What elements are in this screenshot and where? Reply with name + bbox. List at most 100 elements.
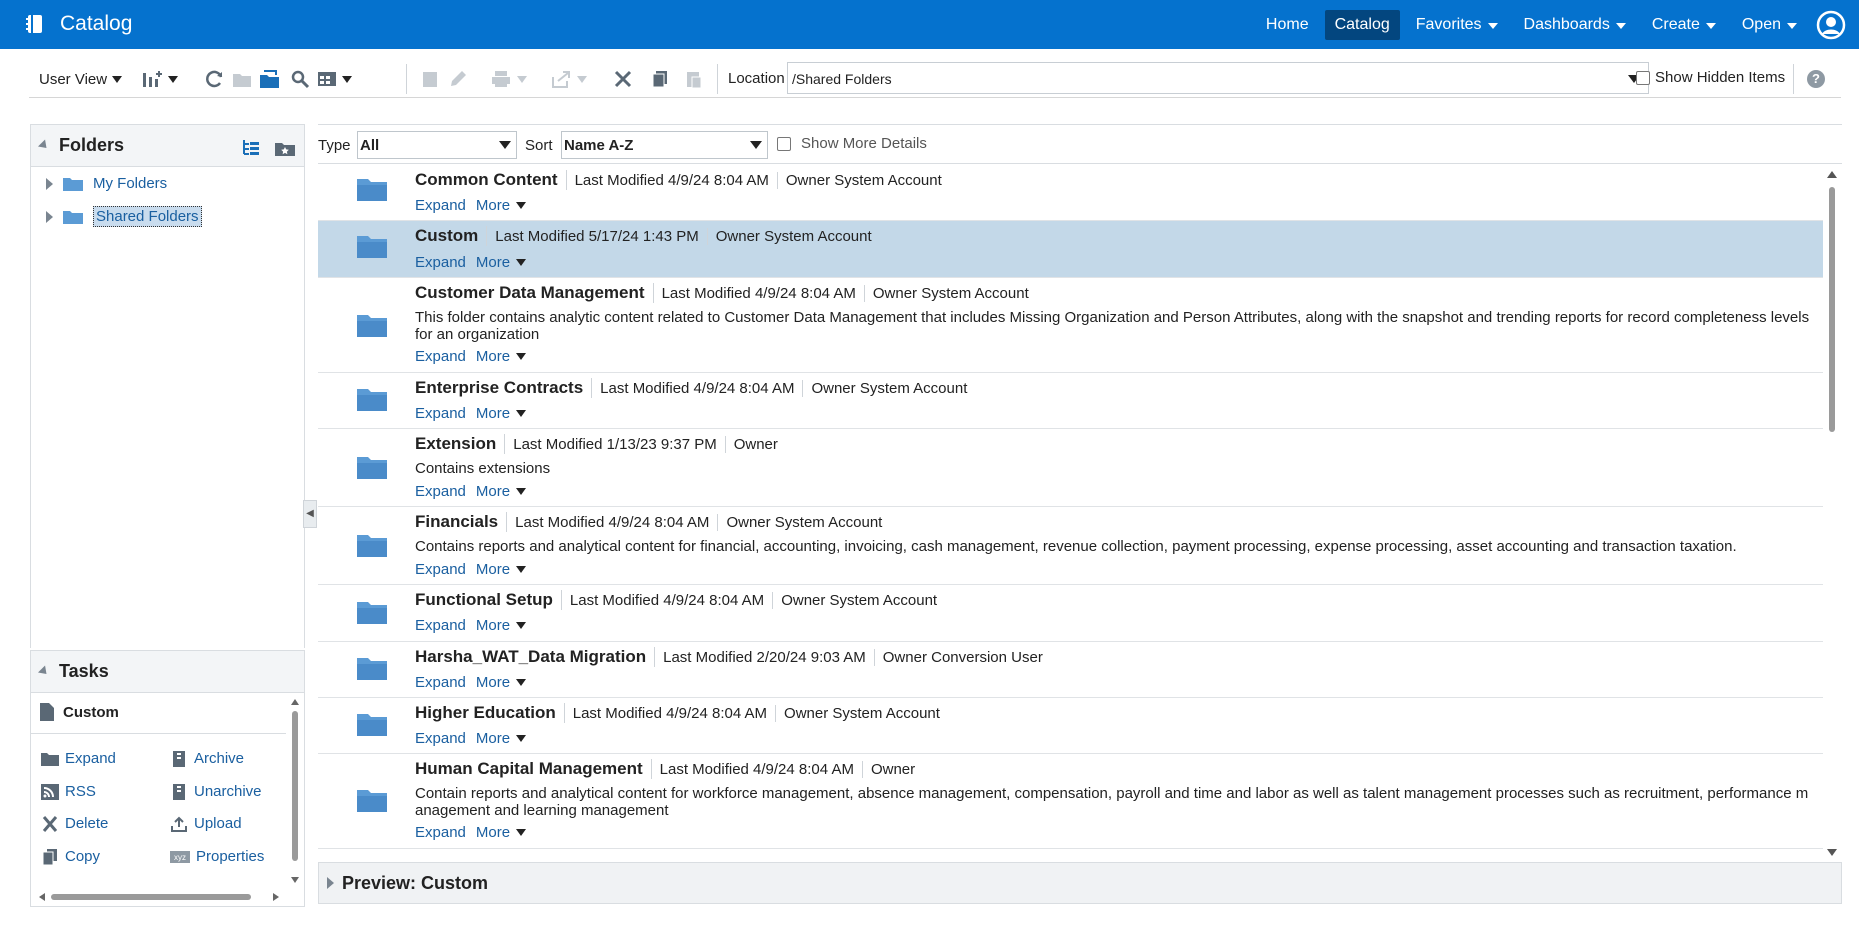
item-name[interactable]: Enterprise Contracts bbox=[415, 378, 593, 398]
task-delete[interactable]: Delete bbox=[41, 815, 108, 832]
catalog-row-customer-data-management[interactable]: Customer Data Management Last Modified 4… bbox=[318, 278, 1823, 373]
expand-link[interactable]: Expand bbox=[415, 254, 466, 271]
svg-text:xyz: xyz bbox=[174, 853, 186, 862]
refresh-icon[interactable] bbox=[205, 66, 225, 92]
item-name[interactable]: Common Content bbox=[415, 170, 567, 190]
nav-catalog[interactable]: Catalog bbox=[1324, 9, 1400, 40]
catalog-row-enterprise-contracts[interactable]: Enterprise Contracts Last Modified 4/9/2… bbox=[318, 373, 1823, 429]
preview-panel-header[interactable]: Preview: Custom bbox=[318, 862, 1842, 904]
more-dropdown[interactable]: More bbox=[476, 348, 527, 365]
item-name[interactable]: Higher Education bbox=[415, 703, 565, 723]
nav-home[interactable]: Home bbox=[1256, 10, 1319, 40]
more-dropdown[interactable]: More bbox=[476, 824, 527, 841]
help-icon[interactable]: ? bbox=[1807, 70, 1825, 88]
catalog-row-higher-education[interactable]: Higher Education Last Modified 4/9/24 8:… bbox=[318, 698, 1823, 754]
collapse-triangle-icon[interactable] bbox=[37, 665, 51, 678]
list-vertical-scrollbar[interactable] bbox=[1823, 165, 1841, 862]
archive-disabled-icon[interactable] bbox=[420, 66, 440, 92]
expand-link[interactable]: Expand bbox=[415, 348, 466, 365]
task-upload[interactable]: Upload bbox=[170, 815, 242, 832]
expand-link[interactable]: Expand bbox=[415, 561, 466, 578]
catalog-row-human-capital-management[interactable]: Human Capital Management Last Modified 4… bbox=[318, 754, 1823, 849]
edit-pencil-icon[interactable] bbox=[448, 66, 468, 92]
task-archive[interactable]: Archive bbox=[170, 750, 244, 767]
user-avatar-icon[interactable] bbox=[1816, 10, 1846, 40]
tree-item-my-folders[interactable]: My Folders bbox=[46, 175, 167, 192]
paste-icon[interactable] bbox=[684, 66, 704, 92]
nav-dashboards[interactable]: Dashboards bbox=[1514, 10, 1636, 40]
show-more-details-checkbox[interactable]: Show More Details bbox=[777, 135, 927, 152]
expand-link[interactable]: Expand bbox=[415, 405, 466, 422]
nav-create[interactable]: Create bbox=[1642, 10, 1726, 40]
nav-open[interactable]: Open bbox=[1732, 10, 1807, 40]
row-actions: Expand More bbox=[415, 197, 527, 214]
expand-link[interactable]: Expand bbox=[415, 730, 466, 747]
expand-link[interactable]: Expand bbox=[415, 674, 466, 691]
folders-header[interactable]: Folders bbox=[31, 125, 304, 167]
favorite-folder-icon[interactable] bbox=[274, 138, 296, 158]
task-copy[interactable]: Copy bbox=[41, 848, 100, 865]
tasks-horizontal-scrollbar[interactable] bbox=[37, 890, 287, 904]
nav-create-label: Create bbox=[1651, 15, 1700, 33]
task-properties[interactable]: xyz Properties bbox=[170, 848, 264, 865]
search-icon[interactable] bbox=[290, 66, 310, 92]
type-select[interactable]: All bbox=[357, 131, 517, 159]
item-name[interactable]: Human Capital Management bbox=[415, 759, 652, 779]
folder-up-icon[interactable] bbox=[232, 66, 252, 92]
expand-triangle-icon[interactable] bbox=[46, 177, 53, 190]
more-dropdown[interactable]: More bbox=[476, 405, 527, 422]
tree-item-label[interactable]: Shared Folders bbox=[93, 206, 202, 227]
catalog-row-functional-setup[interactable]: Functional Setup Last Modified 4/9/24 8:… bbox=[318, 585, 1823, 642]
checkbox[interactable] bbox=[777, 136, 791, 151]
location-combobox[interactable]: /Shared Folders bbox=[787, 62, 1649, 94]
catalog-row-custom[interactable]: Custom Last Modified 5/17/24 1:43 PM Own… bbox=[318, 221, 1823, 278]
item-name[interactable]: Functional Setup bbox=[415, 590, 562, 610]
view-options-dropdown[interactable] bbox=[317, 66, 352, 92]
sort-select[interactable]: Name A-Z bbox=[561, 131, 768, 159]
properties-dropdown-button[interactable] bbox=[141, 66, 178, 92]
item-name[interactable]: Financials bbox=[415, 512, 508, 532]
task-unarchive[interactable]: Unarchive bbox=[170, 783, 262, 800]
more-dropdown[interactable]: More bbox=[476, 730, 527, 747]
new-folder-icon[interactable] bbox=[259, 66, 281, 92]
collapse-pane-handle[interactable]: ◀ bbox=[303, 500, 317, 528]
nav-favorites[interactable]: Favorites bbox=[1406, 10, 1508, 40]
tree-item-shared-folders[interactable]: Shared Folders bbox=[46, 206, 202, 227]
tasks-header[interactable]: Tasks bbox=[31, 651, 304, 693]
collapse-triangle-icon[interactable] bbox=[37, 139, 51, 152]
more-dropdown[interactable]: More bbox=[476, 483, 527, 500]
tree-item-label[interactable]: My Folders bbox=[93, 175, 167, 192]
expand-triangle-icon[interactable] bbox=[327, 877, 334, 889]
checkbox[interactable] bbox=[1636, 70, 1650, 85]
show-hidden-items-checkbox[interactable]: Show Hidden Items bbox=[1636, 69, 1785, 86]
item-name[interactable]: Extension bbox=[415, 434, 506, 454]
expand-link[interactable]: Expand bbox=[415, 483, 466, 500]
more-dropdown[interactable]: More bbox=[476, 197, 527, 214]
more-dropdown[interactable]: More bbox=[476, 254, 527, 271]
task-expand[interactable]: Expand bbox=[41, 750, 116, 767]
task-rss-label: RSS bbox=[65, 783, 96, 800]
share-dropdown[interactable] bbox=[550, 66, 587, 92]
more-dropdown[interactable]: More bbox=[476, 674, 527, 691]
expand-triangle-icon[interactable] bbox=[46, 210, 53, 223]
task-rss[interactable]: RSS bbox=[41, 783, 96, 800]
item-name[interactable]: Custom bbox=[415, 226, 488, 246]
tasks-vertical-scrollbar[interactable] bbox=[288, 697, 302, 887]
catalog-book-icon[interactable] bbox=[24, 13, 46, 35]
catalog-row-extension[interactable]: Extension Last Modified 1/13/23 9:37 PM … bbox=[318, 429, 1823, 507]
copy-icon[interactable] bbox=[650, 66, 670, 92]
expand-link[interactable]: Expand bbox=[415, 824, 466, 841]
tree-view-icon[interactable] bbox=[241, 138, 261, 158]
catalog-row-harsha-wat-data-migration[interactable]: Harsha_WAT_Data Migration Last Modified … bbox=[318, 642, 1823, 698]
user-view-dropdown[interactable]: User View bbox=[39, 66, 123, 92]
expand-link[interactable]: Expand bbox=[415, 617, 466, 634]
print-dropdown[interactable] bbox=[490, 66, 527, 92]
item-name[interactable]: Customer Data Management bbox=[415, 283, 654, 303]
more-dropdown[interactable]: More bbox=[476, 617, 527, 634]
more-dropdown[interactable]: More bbox=[476, 561, 527, 578]
catalog-row-financials[interactable]: Financials Last Modified 4/9/24 8:04 AM … bbox=[318, 507, 1823, 585]
delete-x-icon[interactable] bbox=[613, 66, 633, 92]
catalog-row-common-content[interactable]: Common Content Last Modified 4/9/24 8:04… bbox=[318, 165, 1823, 221]
item-name[interactable]: Harsha_WAT_Data Migration bbox=[415, 647, 656, 667]
expand-link[interactable]: Expand bbox=[415, 197, 466, 214]
